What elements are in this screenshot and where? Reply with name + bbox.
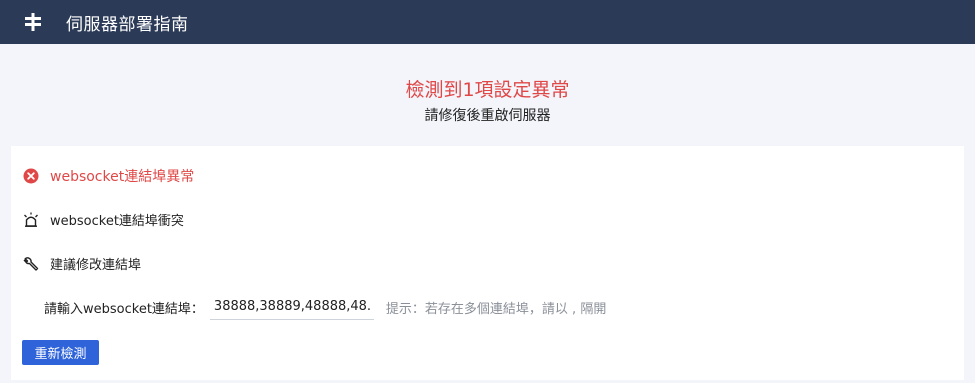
issue-detail-text: websocket連結埠衝突: [50, 214, 184, 229]
port-input-label: 請輸入websocket連結埠：: [44, 301, 204, 317]
top-bar: 伺服器部署指南: [0, 0, 975, 44]
issue-error-title: websocket連結埠異常: [50, 169, 195, 185]
issue-suggestion-row: 建議修改連結埠: [23, 254, 141, 273]
app-title: 伺服器部署指南: [66, 14, 189, 35]
wrench-icon: [23, 256, 39, 272]
port-input-hint: 提示：若存在多個連結埠，請以 , 隔開: [385, 301, 607, 317]
summary-subtitle: 請修復後重啟伺服器: [424, 108, 551, 124]
error-circle-icon: [23, 168, 39, 184]
issue-error-row: websocket連結埠異常: [23, 166, 194, 186]
issue-panel: websocket連結埠異常 websocket連結埠衝突 建議修改連結埠 請輸…: [11, 146, 964, 380]
issue-detail-row: websocket連結埠衝突: [23, 210, 184, 229]
alarm-icon: [23, 212, 39, 228]
recheck-button[interactable]: 重新檢測: [22, 340, 99, 365]
port-input-row: 請輸入websocket連結埠： 提示：若存在多個連結埠，請以 , 隔開: [44, 294, 606, 320]
summary-title: 檢測到1項設定異常: [405, 79, 570, 101]
websocket-port-input[interactable]: [209, 294, 374, 320]
server-logo-icon: [24, 13, 42, 31]
issue-suggestion-text: 建議修改連結埠: [50, 258, 142, 273]
